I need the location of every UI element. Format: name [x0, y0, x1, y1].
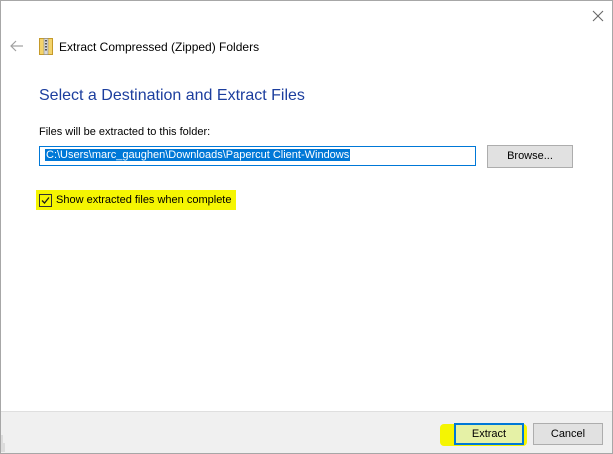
close-icon [592, 10, 604, 22]
show-files-label: Show extracted files when complete [56, 194, 232, 206]
show-extracted-files-option[interactable]: Show extracted files when complete [36, 190, 237, 210]
back-arrow-icon [10, 40, 23, 52]
show-files-checkbox[interactable] [39, 193, 52, 207]
destination-path-input[interactable]: C:\Users\marc_gaughen\Downloads\Papercut… [39, 146, 476, 166]
resize-grip[interactable] [1, 433, 7, 453]
close-button[interactable] [590, 8, 606, 24]
browse-button[interactable]: Browse... [487, 145, 573, 168]
dialog-footer: Extract Cancel [1, 411, 612, 453]
back-button[interactable] [9, 38, 25, 54]
destination-path-text: C:\Users\marc_gaughen\Downloads\Papercut… [45, 149, 351, 161]
extract-button[interactable]: Extract [454, 423, 524, 445]
grip-icon [1, 435, 5, 452]
zip-folder-icon [39, 37, 53, 55]
checkmark-icon [41, 196, 50, 204]
window-title: Extract Compressed (Zipped) Folders [59, 40, 260, 54]
page-heading: Select a Destination and Extract Files [39, 87, 305, 104]
destination-label: Files will be extracted to this folder: [39, 126, 211, 138]
extract-dialog: Extract Compressed (Zipped) Folders Sele… [0, 0, 613, 454]
cancel-button[interactable]: Cancel [533, 423, 603, 445]
